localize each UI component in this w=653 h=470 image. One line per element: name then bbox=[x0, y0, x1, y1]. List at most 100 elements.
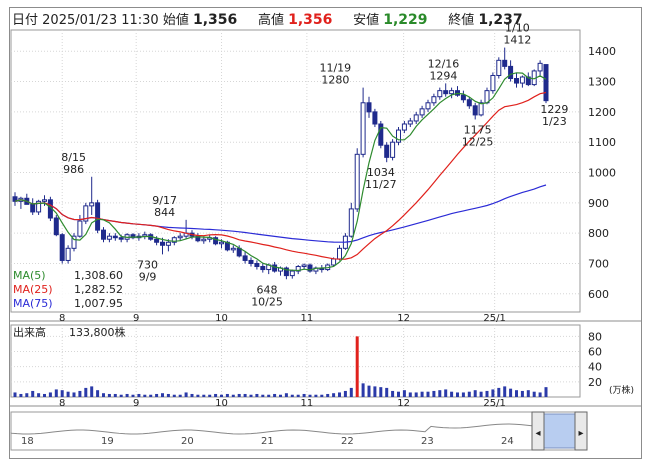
candle-body bbox=[154, 238, 160, 243]
ma-legend-label: MA(75) bbox=[13, 297, 53, 310]
candle-body bbox=[177, 235, 183, 239]
price-annotation: 1/23 bbox=[542, 115, 567, 128]
volume-bar bbox=[509, 388, 513, 397]
volume-bar bbox=[367, 385, 371, 397]
volume-bar bbox=[43, 393, 46, 397]
volume-bar bbox=[90, 386, 94, 397]
candle-body bbox=[490, 74, 496, 92]
x-tick-label: 10 bbox=[215, 313, 228, 324]
volume-bar bbox=[296, 394, 300, 397]
y-tick-label: 900 bbox=[588, 197, 609, 210]
candle-body bbox=[118, 237, 124, 240]
x-tick-label: 8 bbox=[59, 313, 65, 324]
volume-bar bbox=[72, 392, 76, 397]
volume-bar bbox=[214, 393, 218, 397]
volume-bar bbox=[349, 387, 353, 397]
volume-bar bbox=[485, 390, 489, 397]
volume-bar bbox=[190, 393, 194, 397]
volume-bar bbox=[532, 391, 536, 397]
volume-bar bbox=[249, 394, 253, 397]
price-annotation: 1280 bbox=[321, 74, 349, 87]
candle-body bbox=[272, 264, 278, 272]
volume-bar bbox=[60, 390, 64, 397]
volume-bar bbox=[426, 391, 430, 397]
volume-bar bbox=[113, 393, 117, 397]
volume-bar bbox=[408, 392, 412, 397]
candle-body bbox=[53, 217, 59, 236]
volume-bar bbox=[107, 393, 111, 397]
volume-tick-label: 20 bbox=[588, 376, 602, 389]
candle-body bbox=[77, 220, 83, 237]
candle-body bbox=[160, 241, 165, 246]
volume-bar bbox=[178, 394, 182, 397]
candle-body bbox=[331, 258, 337, 266]
volume-bar bbox=[526, 390, 530, 397]
x-tick-label: 10 bbox=[215, 398, 228, 409]
volume-bar bbox=[231, 394, 235, 397]
volume-bar bbox=[137, 393, 141, 397]
y-tick-label: 600 bbox=[588, 288, 609, 301]
volume-tick-label: 40 bbox=[588, 361, 602, 374]
volume-bar bbox=[491, 389, 495, 397]
volume-bar bbox=[343, 390, 347, 397]
volume-bar bbox=[385, 387, 389, 397]
ma-legend-value: 1,282.52 bbox=[74, 283, 123, 296]
volume-bar bbox=[161, 393, 164, 397]
price-annotation: 986 bbox=[63, 163, 84, 176]
volume-bar bbox=[102, 393, 105, 397]
price-annotation: 844 bbox=[154, 206, 175, 219]
volume-bar bbox=[302, 393, 306, 397]
navigator-label: 18 bbox=[21, 436, 34, 447]
candle-body bbox=[65, 247, 71, 261]
navigator-label: 19 bbox=[101, 436, 114, 447]
volume-value: 133,800株 bbox=[69, 325, 126, 339]
candle-body bbox=[89, 202, 95, 207]
volume-bar bbox=[402, 390, 406, 397]
volume-bar bbox=[220, 394, 223, 397]
x-tick-label: 12 bbox=[397, 313, 410, 324]
volume-bar bbox=[338, 392, 341, 397]
volume-bar bbox=[66, 391, 70, 397]
navigator-label: 20 bbox=[181, 436, 194, 447]
navigator-label: 21 bbox=[261, 436, 274, 447]
volume-bar bbox=[273, 393, 277, 397]
volume-bar bbox=[25, 393, 29, 397]
candle-body bbox=[425, 102, 431, 110]
y-tick-label: 1300 bbox=[588, 76, 616, 89]
candle-body bbox=[372, 111, 378, 125]
candle-body bbox=[301, 264, 307, 268]
volume-unit: (万株) bbox=[609, 384, 634, 396]
candle-body bbox=[449, 90, 455, 95]
volume-bar bbox=[420, 391, 424, 397]
volume-tick-label: 80 bbox=[588, 330, 602, 343]
volume-bar bbox=[166, 393, 170, 397]
volume-bar bbox=[225, 393, 229, 397]
price-annotation: 1294 bbox=[429, 69, 457, 82]
volume-bar bbox=[544, 387, 548, 397]
candle-body bbox=[242, 255, 248, 261]
candle-body bbox=[254, 262, 260, 268]
ma-legend-label: MA(5) bbox=[13, 269, 46, 282]
volume-bar bbox=[255, 393, 259, 397]
volume-bar bbox=[119, 394, 123, 397]
volume-bar bbox=[438, 390, 442, 397]
stock-chart: 600 700 800 900 1000 1100 1200 1300 1400 8 8 9 9 10 10… bbox=[9, 22, 642, 451]
volume-bar bbox=[456, 392, 459, 397]
candle-body bbox=[101, 229, 106, 240]
volume-bar bbox=[37, 393, 41, 397]
y-tick-label: 1100 bbox=[588, 136, 616, 149]
y-tick-label: 1200 bbox=[588, 106, 616, 119]
candle-body bbox=[112, 235, 118, 239]
candle-body bbox=[401, 123, 407, 131]
volume-bar bbox=[308, 394, 312, 397]
candle-body bbox=[95, 202, 101, 231]
volume-bar bbox=[355, 336, 359, 397]
candle-body bbox=[460, 94, 466, 101]
chevron-right-icon: ▸ bbox=[578, 428, 583, 439]
volume-bar bbox=[78, 390, 82, 397]
volume-bar bbox=[125, 393, 129, 397]
volume-bar bbox=[461, 392, 465, 397]
candle-body bbox=[384, 144, 390, 158]
candle-body bbox=[354, 153, 360, 210]
candle-body bbox=[42, 199, 47, 202]
